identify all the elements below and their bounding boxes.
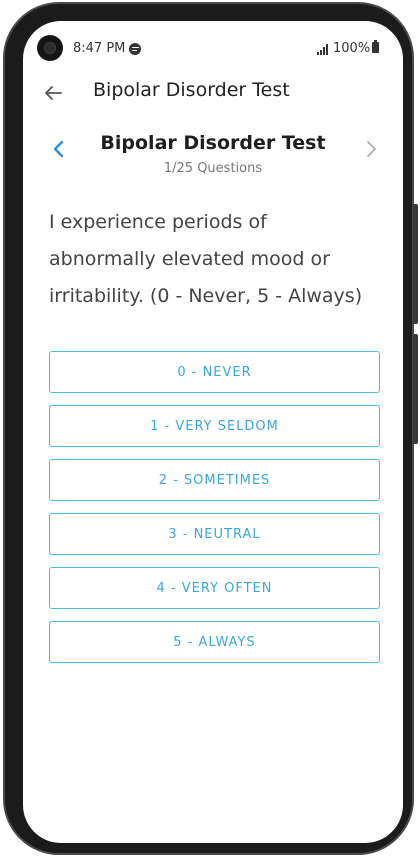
answer-options: 0 - NEVER 1 - VERY SELDOM 2 - SOMETIMES …	[49, 351, 380, 675]
spotify-icon	[129, 43, 141, 55]
arrow-left-icon[interactable]	[41, 81, 65, 105]
option-button-always[interactable]: 5 - ALWAYS	[49, 621, 380, 663]
option-button-very-often[interactable]: 4 - VERY OFTEN	[49, 567, 380, 609]
question-text: I experience periods of abnormally eleva…	[49, 211, 363, 307]
status-time: 8:47 PM	[73, 41, 126, 56]
option-button-neutral[interactable]: 3 - NEUTRAL	[49, 513, 380, 555]
volume-button	[413, 204, 418, 324]
chevron-right-icon[interactable]	[361, 139, 381, 159]
power-button	[413, 334, 418, 444]
option-button-never[interactable]: 0 - NEVER	[49, 351, 380, 393]
battery-percentage: 100%	[333, 41, 371, 56]
app-bar-title: Bipolar Disorder Test	[93, 79, 290, 101]
battery-icon	[372, 40, 379, 53]
quiz-title: Bipolar Disorder Test	[100, 132, 326, 154]
front-camera	[37, 35, 63, 61]
option-button-very-seldom[interactable]: 1 - VERY SELDOM	[49, 405, 380, 447]
question-progress: 1/25 Questions	[163, 161, 263, 176]
phone-frame: 8:47 PM 100% Bipolar Disorder Test Bipol…	[3, 2, 418, 855]
option-button-sometimes[interactable]: 2 - SOMETIMES	[49, 459, 380, 501]
signal-icon	[317, 44, 328, 55]
screen: 8:47 PM 100% Bipolar Disorder Test Bipol…	[23, 21, 403, 843]
